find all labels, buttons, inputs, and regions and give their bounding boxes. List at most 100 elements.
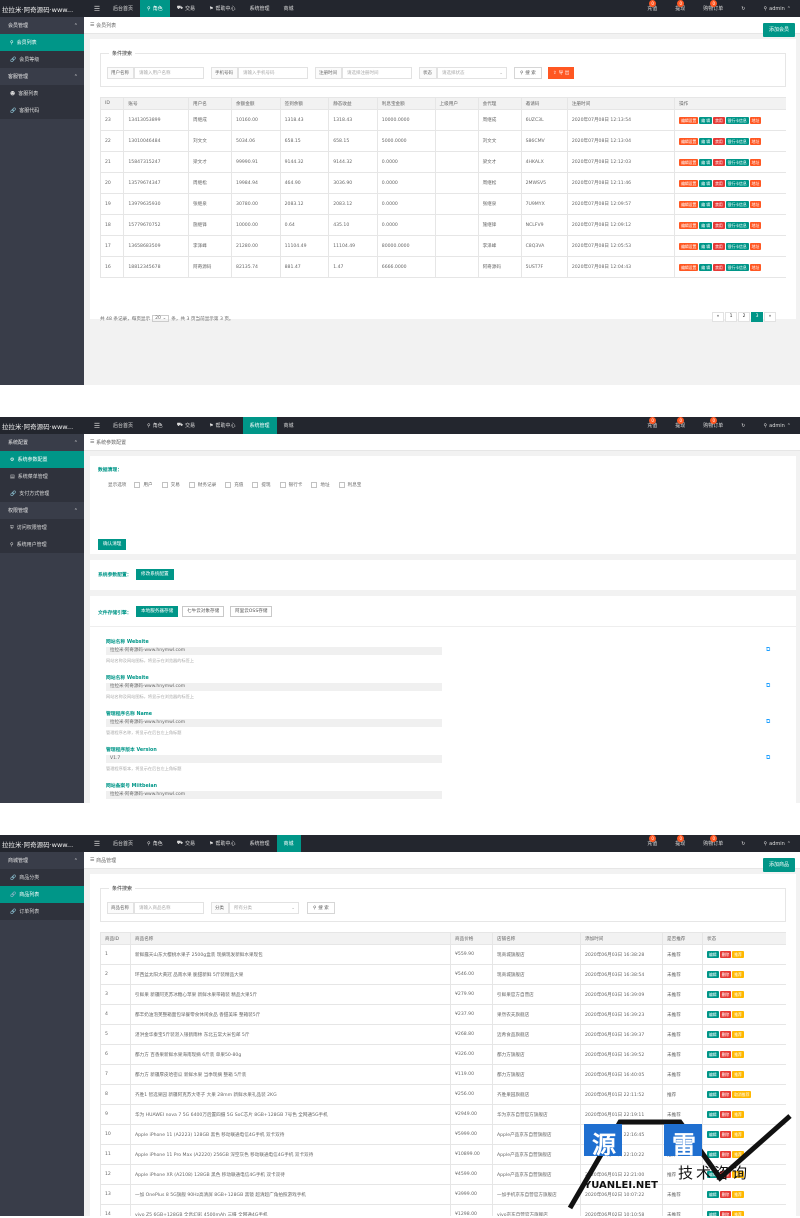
refresh-icon[interactable]: ↻	[732, 0, 754, 17]
orders-link[interactable]: 0 购物订单	[694, 835, 732, 852]
sidebar-item-service-code[interactable]: 🔗 客服代码	[0, 102, 84, 119]
clean-checkbox[interactable]: 用户	[134, 482, 153, 488]
export-button[interactable]: ⇪ 导 出	[548, 67, 575, 79]
sidebar-item-product-list[interactable]: 🔗 商品列表	[0, 886, 84, 903]
checkbox-box[interactable]	[311, 482, 318, 488]
row-action-button[interactable]: 编辑设置	[679, 137, 699, 145]
row-action-button[interactable]: 地址	[749, 221, 762, 229]
delete-button[interactable]: 删除	[719, 951, 732, 958]
row-action-button[interactable]: 编辑设置	[679, 116, 699, 124]
recommend-button[interactable]: 推荐	[732, 1011, 744, 1018]
sidebar-group-permission[interactable]: 权限管理 ⌃	[0, 502, 84, 519]
refresh-icon[interactable]: ↻	[732, 835, 754, 852]
recharge-link[interactable]: 0 充值	[638, 0, 666, 17]
nav-trade[interactable]: ⛟ 交易	[170, 0, 202, 17]
orders-link[interactable]: 0 购物订单	[694, 0, 732, 17]
checkbox-box[interactable]	[134, 482, 141, 488]
nav-system[interactable]: 系统管理	[242, 417, 277, 434]
row-action-button[interactable]: 地址	[749, 200, 762, 208]
recommend-button[interactable]: 推荐	[732, 1051, 744, 1058]
clean-checkbox[interactable]: 银行卡	[279, 482, 302, 488]
storage-qiniu-button[interactable]: 七牛云对象存储	[182, 606, 225, 617]
date-input[interactable]: 请选择注册时间	[342, 67, 412, 79]
checkbox-box[interactable]	[279, 482, 286, 488]
nav-mall[interactable]: 商城	[276, 835, 301, 852]
row-action-button[interactable]: 编辑设置	[679, 179, 699, 187]
row-action-button[interactable]: 地址	[749, 116, 762, 124]
row-action-button[interactable]: 编辑设置	[679, 158, 699, 166]
sidebar-item-payment[interactable]: 🔗 支付方式管理	[0, 485, 84, 502]
storage-aliyun-button[interactable]: 阿里云OSS存储	[230, 606, 273, 617]
nav-trade[interactable]: ⛟ 交易	[170, 835, 202, 852]
copy-icon[interactable]: ⧉	[766, 682, 770, 690]
row-action-button[interactable]: 禁用	[713, 200, 725, 208]
row-action-button[interactable]: 编 辑	[699, 179, 713, 187]
edit-button[interactable]: 编辑	[707, 1011, 719, 1018]
row-action-button[interactable]: 地址	[749, 179, 762, 187]
row-action-button[interactable]: 地址	[749, 158, 762, 166]
clean-checkbox[interactable]: 利息宝	[338, 482, 361, 488]
row-action-button[interactable]: 禁用	[713, 221, 725, 229]
menu-toggle-icon[interactable]: ☰	[88, 840, 106, 848]
recharge-link[interactable]: 0 充值	[638, 835, 666, 852]
edit-button[interactable]: 编辑	[707, 1031, 719, 1038]
per-page-select[interactable]: 20 ⌄	[152, 315, 170, 322]
checkbox-box[interactable]	[252, 482, 259, 488]
row-action-button[interactable]: 禁用	[713, 158, 725, 166]
add-member-button[interactable]: 添加会员	[762, 23, 795, 37]
sidebar-item-sys-menu[interactable]: ▤ 系统菜单管理	[0, 468, 84, 485]
state-select[interactable]: 请选择状态 ⌄	[437, 67, 507, 79]
edit-button[interactable]: 编辑	[707, 971, 719, 978]
row-action-button[interactable]: 银行卡信息	[725, 137, 749, 145]
recommend-button[interactable]: 推荐	[732, 1071, 744, 1078]
sidebar-group-system[interactable]: 系统配置 ⌃	[0, 434, 84, 451]
storage-local-button[interactable]: 本地服务器存储	[136, 606, 179, 617]
sidebar-item-member-list[interactable]: ⚲ 会员列表	[0, 34, 84, 51]
row-action-button[interactable]: 编 辑	[699, 242, 713, 250]
search-button[interactable]: ⚲ 搜 索	[307, 902, 335, 914]
nav-system[interactable]: 系统管理	[243, 0, 277, 17]
row-action-button[interactable]: 地址	[749, 242, 762, 250]
nav-trade[interactable]: ⛟ 交易	[170, 417, 202, 434]
delete-button[interactable]: 删除	[719, 991, 732, 998]
copy-icon[interactable]: ⧉	[766, 718, 770, 726]
recharge-link[interactable]: 0 充值	[638, 417, 666, 434]
row-action-button[interactable]: 禁用	[713, 263, 725, 271]
product-name-input[interactable]: 请输入商品名称	[134, 902, 204, 914]
row-action-button[interactable]: 编辑设置	[679, 263, 699, 271]
sidebar-group-member[interactable]: 会员管理 ⌃	[0, 17, 84, 34]
row-action-button[interactable]: 银行卡信息	[725, 221, 749, 229]
nav-role[interactable]: ⚲ 角色	[140, 835, 170, 852]
delete-button[interactable]: 删除	[719, 971, 732, 978]
sidebar-item-sys-users[interactable]: ⚲ 系统用户管理	[0, 536, 84, 553]
row-action-button[interactable]: 编辑设置	[679, 242, 699, 250]
page-button[interactable]: »	[764, 312, 776, 322]
recommend-button[interactable]: 推荐	[732, 991, 744, 998]
edit-button[interactable]: 编辑	[707, 1051, 719, 1058]
checkbox-box[interactable]	[338, 482, 345, 488]
sidebar-group-service[interactable]: 客服管理 ⌃	[0, 68, 84, 85]
user-input[interactable]: 请输入用户名称	[134, 67, 204, 79]
copy-icon[interactable]: ⧉	[766, 754, 770, 762]
edit-button[interactable]: 编辑	[707, 1071, 719, 1078]
phone-input[interactable]: 请输入手机号码	[238, 67, 308, 79]
sidebar-item-access[interactable]: ⛨ 访问权限管理	[0, 519, 84, 536]
clean-checkbox[interactable]: 提现	[252, 482, 271, 488]
page-button[interactable]: 3	[751, 312, 763, 322]
add-product-button[interactable]: 添加商品	[762, 858, 795, 872]
admin-menu[interactable]: ⚲ admin ⌃	[754, 417, 800, 434]
edit-button[interactable]: 编辑	[707, 951, 719, 958]
unrecommend-button[interactable]: 取消推荐	[732, 1091, 752, 1098]
category-select[interactable]: 所有分类 ⌄	[229, 902, 299, 914]
nav-help[interactable]: ⚑ 帮助中心	[202, 0, 243, 17]
clean-checkbox[interactable]: 交易	[161, 482, 180, 488]
recommend-button[interactable]: 推荐	[732, 971, 744, 978]
checkbox-box[interactable]	[188, 482, 195, 488]
config-input[interactable]: 拉拉米·阿奇源码·www.hnymwl.com	[106, 683, 442, 691]
delete-button[interactable]: 删除	[719, 1011, 732, 1018]
sidebar-item-category[interactable]: 🔗 商品分类	[0, 869, 84, 886]
checkbox-box[interactable]	[161, 482, 168, 488]
row-action-button[interactable]: 禁用	[713, 137, 725, 145]
page-button[interactable]: 1	[725, 312, 737, 322]
clean-checkbox[interactable]: 地址	[311, 482, 330, 488]
